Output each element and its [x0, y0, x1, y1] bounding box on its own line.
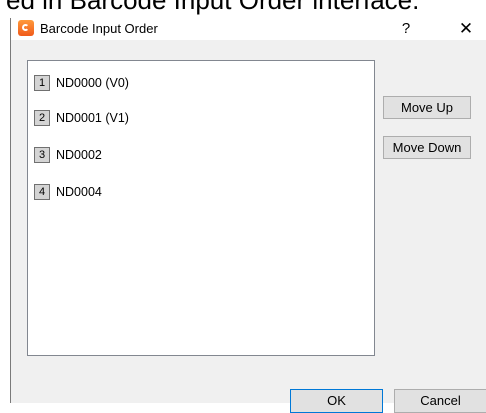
barcode-input-order-dialog: Barcode Input Order ? ✕ 1 ND0000 (V0) 2 … [10, 18, 486, 413]
item-index-badge: 3 [34, 147, 50, 163]
item-index-badge: 4 [34, 184, 50, 200]
list-item-label: ND0000 (V0) [56, 76, 129, 90]
list-item[interactable]: 2 ND0001 (V1) [34, 108, 129, 128]
caption-text: ed in Barcode Input Order interface. [6, 0, 420, 15]
move-down-button[interactable]: Move Down [383, 136, 471, 159]
list-item[interactable]: 3 ND0002 [34, 145, 102, 165]
app-icon [18, 20, 34, 36]
item-index-badge: 2 [34, 110, 50, 126]
window-title: Barcode Input Order [40, 21, 158, 36]
ok-button[interactable]: OK [290, 389, 383, 413]
cancel-button[interactable]: Cancel [394, 389, 486, 413]
list-item-label: ND0001 (V1) [56, 111, 129, 125]
barcode-order-list[interactable]: 1 ND0000 (V0) 2 ND0001 (V1) 3 ND0002 4 N… [27, 60, 375, 356]
close-icon[interactable]: ✕ [449, 18, 483, 40]
title-bar: Barcode Input Order ? ✕ [11, 18, 486, 40]
list-item-label: ND0004 [56, 185, 102, 199]
list-item[interactable]: 4 ND0004 [34, 182, 102, 202]
move-up-button[interactable]: Move Up [383, 96, 471, 119]
list-item[interactable]: 1 ND0000 (V0) [34, 73, 129, 93]
item-index-badge: 1 [34, 75, 50, 91]
help-button[interactable]: ? [391, 18, 421, 40]
list-item-label: ND0002 [56, 148, 102, 162]
